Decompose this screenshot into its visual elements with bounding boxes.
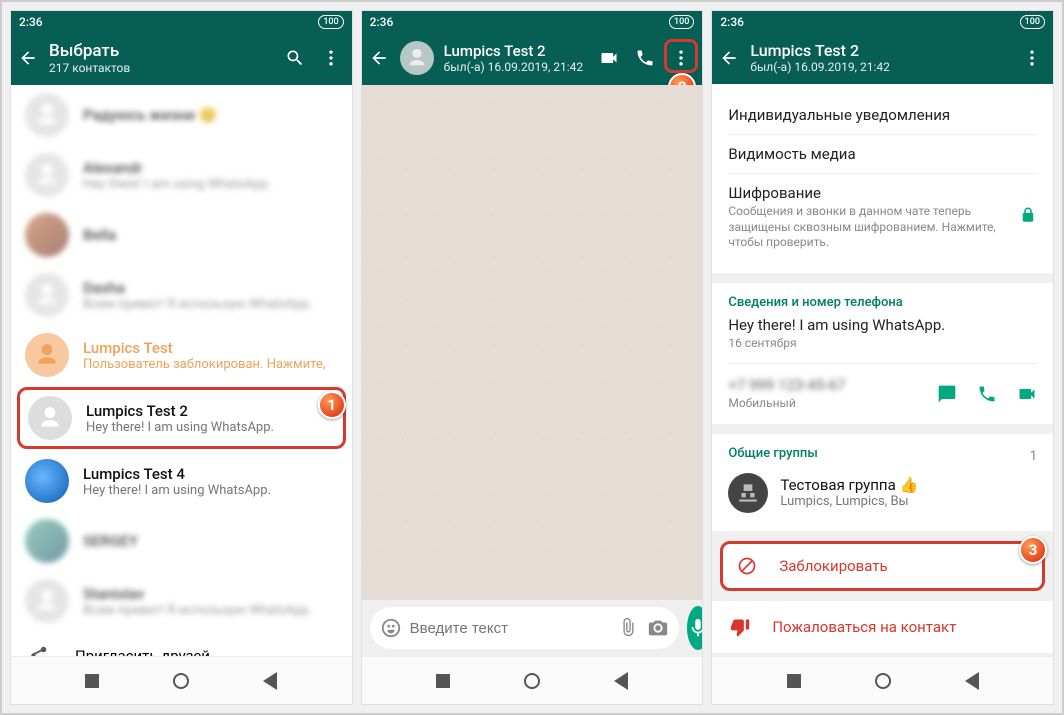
nav-back[interactable] xyxy=(263,672,277,690)
list-item[interactable]: StanislavВсем привет! Я использую WhatsA… xyxy=(11,571,352,631)
list-item[interactable]: Lumpics Test 4Hey there! I am using What… xyxy=(11,451,352,511)
chat-subtitle: был(-а) 16.09.2019, 21:42 xyxy=(444,60,589,74)
nav-home[interactable] xyxy=(173,673,189,689)
message-input-container[interactable] xyxy=(370,607,679,649)
list-item[interactable]: Bella xyxy=(11,205,352,265)
highlight-more xyxy=(664,39,698,73)
camera-icon[interactable] xyxy=(647,617,669,639)
chat-header[interactable]: Lumpics Test 2 был(-а) 16.09.2019, 21:42 xyxy=(362,33,703,85)
contact-list: Радуюсь жизни 😊 AlexandrHey there! I am … xyxy=(11,85,352,656)
avatar[interactable] xyxy=(400,41,434,75)
screen-contacts: 2:36 100 Выбрать 217 контактов Радуюсь ж… xyxy=(10,10,353,705)
step-badge-1: 1 xyxy=(318,391,346,419)
status-bar: 2:36 100 xyxy=(362,11,703,33)
screen-profile: 2:36 100 Lumpics Test 2 был(-а) 16.09.20… xyxy=(711,10,1054,705)
media-visibility[interactable]: Видимость медиа xyxy=(728,135,1037,173)
status-time: 2:36 xyxy=(19,15,43,29)
page-title: Выбрать xyxy=(49,41,274,61)
share-icon xyxy=(27,645,49,656)
back-icon[interactable] xyxy=(718,47,740,69)
lock-icon xyxy=(1019,206,1037,228)
custom-notifications[interactable]: Индивидуальные уведомления xyxy=(728,96,1037,134)
nav-home[interactable] xyxy=(875,673,891,689)
nav-back[interactable] xyxy=(965,672,979,690)
message-icon[interactable] xyxy=(937,384,957,404)
nav-home[interactable] xyxy=(524,673,540,689)
nav-recents[interactable] xyxy=(436,674,450,688)
report-button[interactable]: Пожаловаться на контакт xyxy=(712,601,1053,653)
input-bar xyxy=(362,600,703,656)
screen-chat: 2:36 100 Lumpics Test 2 был(-а) 16.09.20… xyxy=(361,10,704,705)
video-call-icon[interactable] xyxy=(598,47,620,69)
profile-header: Lumpics Test 2 был(-а) 16.09.2019, 21:42 xyxy=(712,33,1053,84)
block-icon xyxy=(737,556,757,576)
video-icon[interactable] xyxy=(1017,384,1037,404)
call-icon[interactable] xyxy=(634,47,656,69)
list-item[interactable]: DashaВсем привет! Я использую WhatsApp. xyxy=(11,265,352,325)
chat-title: Lumpics Test 2 xyxy=(444,42,589,60)
nav-recents[interactable] xyxy=(787,674,801,688)
nav-back[interactable] xyxy=(614,672,628,690)
more-icon[interactable] xyxy=(1021,47,1043,69)
status-time: 2:36 xyxy=(720,15,744,29)
list-item-blocked[interactable]: Lumpics TestПользователь заблокирован. Н… xyxy=(11,325,352,385)
more-icon[interactable] xyxy=(320,47,342,69)
list-item-selected[interactable]: Lumpics Test 2Hey there! I am using What… xyxy=(17,387,346,449)
block-button[interactable]: Заблокировать xyxy=(720,541,1045,591)
step-badge-3: 3 xyxy=(1019,536,1047,564)
profile-title: Lumpics Test 2 xyxy=(750,41,1011,60)
groups-label: Общие группы xyxy=(728,446,817,461)
back-icon[interactable] xyxy=(368,47,390,69)
profile-body: Индивидуальные уведомления Видимость мед… xyxy=(712,84,1053,656)
android-navbar xyxy=(11,656,352,704)
profile-subtitle: был(-а) 16.09.2019, 21:42 xyxy=(750,60,1011,74)
status-bar: 2:36 100 xyxy=(712,11,1053,33)
thumbs-down-icon xyxy=(730,617,750,637)
status-bar: 2:36 100 xyxy=(11,11,352,33)
battery-icon: 100 xyxy=(318,15,343,29)
about-date: 16 сентября xyxy=(728,336,1037,352)
encryption[interactable]: Шифрование Сообщения и звонки в данном ч… xyxy=(728,174,1037,261)
status-time: 2:36 xyxy=(370,15,394,29)
list-item[interactable]: SERGEY xyxy=(11,511,352,571)
page-subtitle: 217 контактов xyxy=(49,61,274,75)
list-item[interactable]: AlexandrHey there! I am using WhatsApp. xyxy=(11,145,352,205)
group-item[interactable]: Тестовая группа 👍 Lumpics, Lumpics, Вы xyxy=(728,467,1037,519)
phone-number-row[interactable]: +7 999 123-45-67 Мобильный xyxy=(728,376,1037,412)
mic-button[interactable] xyxy=(687,606,704,650)
about-text: Hey there! I am using WhatsApp. xyxy=(728,316,1037,334)
groups-count: 1 xyxy=(1030,449,1037,464)
android-navbar xyxy=(362,656,703,704)
search-icon[interactable] xyxy=(284,47,306,69)
invite-friends[interactable]: Пригласить друзей xyxy=(11,631,352,656)
back-icon[interactable] xyxy=(17,47,39,69)
header: Выбрать 217 контактов xyxy=(11,33,352,85)
emoji-icon[interactable] xyxy=(380,617,402,639)
call-icon[interactable] xyxy=(977,384,997,404)
nav-recents[interactable] xyxy=(85,674,99,688)
chat-body xyxy=(362,85,703,600)
list-item[interactable]: Радуюсь жизни 😊 xyxy=(11,85,352,145)
attach-icon[interactable] xyxy=(617,617,639,639)
android-navbar xyxy=(712,656,1053,704)
battery-icon: 100 xyxy=(1020,15,1045,29)
about-label: Сведения и номер телефона xyxy=(728,295,1037,310)
message-input[interactable] xyxy=(410,620,609,637)
battery-icon: 100 xyxy=(669,15,694,29)
